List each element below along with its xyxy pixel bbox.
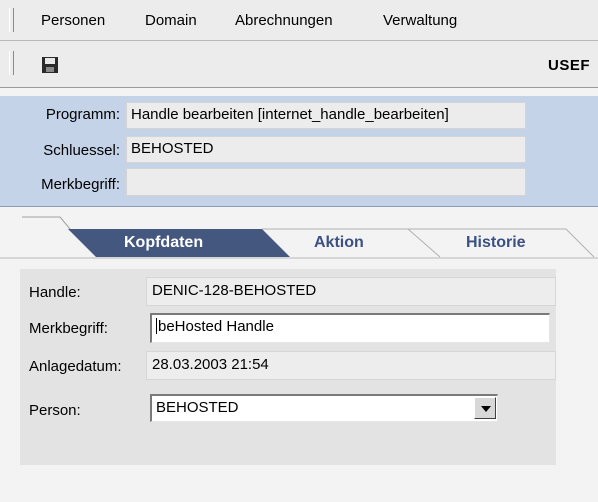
person-label: Person:: [29, 402, 81, 419]
menu-verwaltung[interactable]: Verwaltung: [383, 12, 457, 29]
text-caret: [156, 318, 157, 334]
menu-personen[interactable]: Personen: [41, 12, 105, 29]
programm-label: Programm:: [45, 106, 120, 123]
merkbegriff-label: Merkbegriff:: [29, 320, 108, 337]
menu-domain[interactable]: Domain: [145, 12, 197, 29]
programm-value: Handle bearbeiten [internet_handle_bearb…: [126, 102, 526, 129]
schluessel-value: BEHOSTED: [126, 136, 526, 163]
tab-kopfdaten[interactable]: Kopfdaten: [124, 234, 203, 252]
handle-value: DENIC-128-BEHOSTED: [146, 277, 556, 306]
tab-aktion[interactable]: Aktion: [314, 234, 364, 252]
tab-historie[interactable]: Historie: [466, 234, 526, 252]
merkbegriff-input-text: beHosted Handle: [158, 318, 274, 335]
merkbegriff-input[interactable]: beHosted Handle: [150, 313, 550, 343]
handle-label: Handle:: [29, 284, 81, 301]
merkbegriff-header-label: Merkbegriff:: [41, 176, 120, 193]
menubar-grip[interactable]: [9, 8, 14, 32]
person-dropdown[interactable]: BEHOSTED: [150, 394, 498, 422]
toolbar-grip[interactable]: [9, 51, 14, 75]
toolbar: [0, 41, 598, 88]
save-icon[interactable]: [42, 57, 58, 73]
user-label: USEF: [548, 57, 591, 74]
menu-abrechnungen[interactable]: Abrechnungen: [235, 12, 333, 29]
anlagedatum-value: 28.03.2003 21:54: [146, 351, 556, 380]
merkbegriff-header-value: [126, 168, 526, 196]
person-dropdown-value: BEHOSTED: [156, 399, 239, 416]
schluessel-label: Schluessel:: [43, 142, 120, 159]
anlagedatum-label: Anlagedatum:: [29, 358, 122, 375]
chevron-down-icon[interactable]: [474, 397, 496, 419]
